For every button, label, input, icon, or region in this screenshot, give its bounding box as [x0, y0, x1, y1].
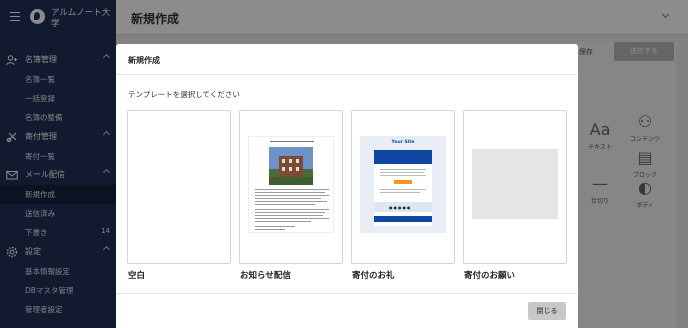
template-label-thanks: 寄付のお礼	[352, 271, 395, 281]
preview-donate-button	[394, 180, 412, 184]
modal-title: 新規作成	[128, 56, 160, 65]
template-preview	[472, 149, 558, 219]
template-card-request[interactable]	[463, 110, 567, 264]
template-card-notice[interactable]	[239, 110, 343, 264]
modal-footer: 閉じる	[116, 293, 578, 328]
modal-instruction: テンプレートを選択してください	[128, 90, 240, 99]
template-preview: Your Site ●●●●●	[360, 136, 446, 233]
template-modal: 新規作成 テンプレートを選択してください 空白 お知らせ配信 Your Site…	[116, 44, 578, 328]
close-button[interactable]: 閉じる	[528, 302, 566, 320]
preview-footer	[374, 216, 432, 222]
template-label-blank: 空白	[128, 271, 146, 281]
template-card-blank[interactable]	[127, 110, 231, 264]
modal-header: 新規作成	[116, 44, 578, 75]
template-label-notice: お知らせ配信	[240, 271, 291, 281]
preview-heading: Your Site	[391, 140, 415, 145]
template-preview	[248, 136, 334, 233]
preview-banner	[374, 150, 432, 164]
template-label-request: 寄付のお願い	[464, 271, 516, 281]
building-photo	[269, 147, 313, 185]
template-card-thanks[interactable]: Your Site ●●●●●	[351, 110, 455, 264]
social-icons: ●●●●●	[389, 205, 412, 210]
